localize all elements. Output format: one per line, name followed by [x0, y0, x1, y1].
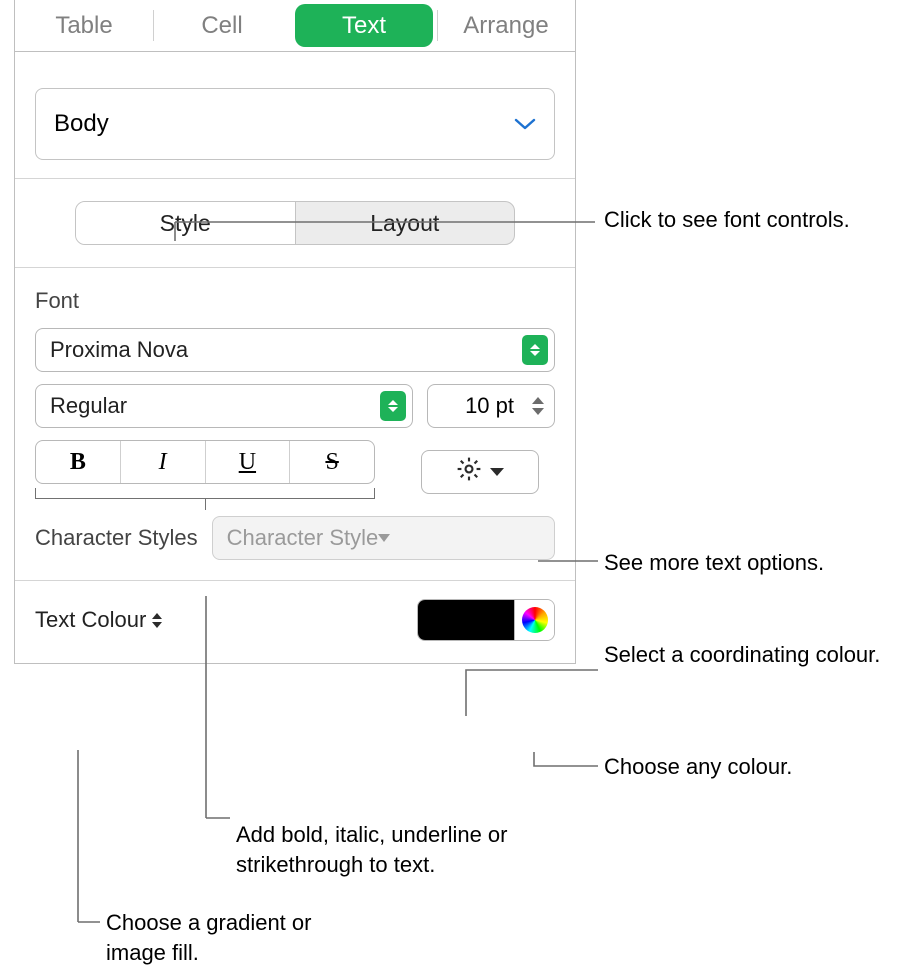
popup-arrows-icon — [152, 613, 162, 628]
tab-text[interactable]: Text — [295, 4, 433, 47]
paragraph-style-popup[interactable]: Body — [35, 88, 555, 160]
tab-table[interactable]: Table — [15, 0, 153, 51]
font-weight-value: Regular — [50, 393, 127, 419]
font-weight-popup[interactable]: Regular — [35, 384, 413, 428]
popup-arrows-icon — [522, 335, 548, 365]
colour-wheel-button[interactable] — [514, 600, 554, 640]
chevron-down-icon — [514, 110, 536, 138]
chevron-down-icon — [490, 468, 504, 476]
italic-button[interactable]: I — [120, 441, 205, 483]
callout-font-controls: Click to see font controls. — [604, 205, 904, 235]
font-size-stepper[interactable]: 10 pt — [427, 384, 555, 428]
callout-any-colour: Choose any colour. — [604, 752, 792, 782]
character-styles-label: Character Styles — [35, 525, 198, 551]
bold-button[interactable]: B — [36, 441, 120, 483]
chevron-down-icon — [378, 534, 390, 542]
colour-wells — [417, 599, 555, 641]
advanced-options-button[interactable] — [421, 450, 539, 494]
callout-coord-colour: Select a coordinating colour. — [604, 640, 904, 670]
font-family-value: Proxima Nova — [50, 337, 188, 363]
tab-arrange[interactable]: Arrange — [437, 0, 575, 51]
character-style-popup[interactable]: Character Style — [212, 516, 555, 560]
segment-layout[interactable]: Layout — [296, 202, 515, 244]
underline-button[interactable]: U — [205, 441, 290, 483]
font-section-label: Font — [35, 288, 555, 314]
font-size-value: 10 pt — [428, 393, 520, 419]
text-colour-popup[interactable]: Text Colour — [35, 607, 162, 633]
callout-more-options: See more text options. — [604, 548, 824, 578]
style-layout-segmented: Style Layout — [75, 201, 515, 245]
format-inspector-panel: Table Cell Text Arrange Body Style Layou… — [14, 0, 576, 664]
font-family-popup[interactable]: Proxima Nova — [35, 328, 555, 372]
text-colour-label: Text Colour — [35, 607, 146, 633]
popup-arrows-icon — [380, 391, 406, 421]
paragraph-style-value: Body — [54, 110, 109, 138]
callout-bius: Add bold, italic, underline or strikethr… — [236, 820, 556, 879]
segment-style[interactable]: Style — [76, 202, 296, 244]
callout-gradient: Choose a gradient or image fill. — [106, 908, 366, 967]
text-style-buttons: B I U S — [35, 440, 375, 484]
gear-icon — [456, 456, 482, 488]
strikethrough-button[interactable]: S — [289, 441, 374, 483]
inspector-tabs: Table Cell Text Arrange — [15, 0, 575, 52]
tab-cell[interactable]: Cell — [153, 0, 291, 51]
bracket-decoration — [35, 488, 375, 504]
colour-wheel-icon — [522, 607, 548, 633]
character-style-placeholder: Character Style — [227, 525, 379, 551]
colour-swatch-well[interactable] — [418, 600, 514, 640]
stepper-arrows-icon — [528, 397, 548, 415]
